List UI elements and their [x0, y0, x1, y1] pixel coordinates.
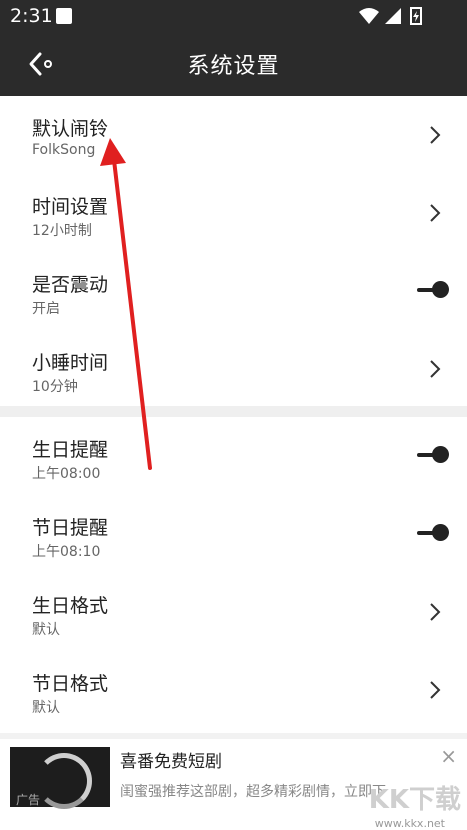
chevron-right-icon: [430, 681, 441, 699]
setting-birthday-reminder: 生日提醒 上午08:00: [0, 417, 467, 495]
holiday-reminder-toggle[interactable]: [417, 522, 449, 544]
vibrate-toggle[interactable]: [417, 279, 449, 301]
setting-value: 上午08:10: [32, 544, 101, 560]
setting-title: 默认闹铃: [32, 118, 109, 140]
setting-title: 小睡时间: [32, 352, 109, 374]
setting-vibrate: 是否震动 开启: [0, 252, 467, 330]
watermark-logo: KK下载: [368, 785, 461, 815]
setting-holiday-format[interactable]: 节日格式 默认: [0, 651, 467, 729]
setting-value: 默认: [32, 622, 60, 638]
status-time: 2:31: [10, 5, 53, 27]
notification-icon: [56, 8, 72, 24]
setting-holiday-reminder: 节日提醒 上午08:10: [0, 495, 467, 573]
status-bar: 2:31: [0, 0, 467, 32]
wifi-icon: [359, 8, 379, 24]
setting-time-format[interactable]: 时间设置 12小时制: [0, 174, 467, 252]
status-icons: [359, 7, 422, 25]
setting-title: 时间设置: [32, 196, 109, 218]
setting-birthday-format[interactable]: 生日格式 默认: [0, 573, 467, 651]
birthday-reminder-toggle[interactable]: [417, 444, 449, 466]
setting-value: 12小时制: [32, 223, 92, 239]
app-header: 系统设置: [0, 32, 467, 96]
page-title: 系统设置: [187, 54, 280, 79]
setting-title: 生日格式: [32, 595, 109, 617]
watermark-url: www.kkx.net: [374, 817, 445, 830]
chevron-right-icon: [430, 603, 441, 621]
close-icon[interactable]: ×: [440, 744, 457, 768]
setting-default-alarm[interactable]: 默认闹铃 FolkSong: [0, 96, 467, 174]
setting-snooze-time[interactable]: 小睡时间 10分钟: [0, 330, 467, 408]
setting-title: 生日提醒: [32, 439, 109, 461]
setting-value: 10分钟: [32, 379, 78, 395]
loading-ring-icon: [36, 753, 92, 809]
ad-thumbnail: 广告: [10, 747, 110, 809]
chevron-right-icon: [430, 204, 441, 222]
ad-banner[interactable]: 广告 喜番免费短剧 闺蜜强推荐这部剧，超多精彩剧情，立即下 × KK下载 www…: [0, 733, 467, 830]
chevron-right-icon: [430, 126, 441, 144]
setting-value: 开启: [32, 301, 60, 317]
setting-title: 是否震动: [32, 274, 109, 296]
setting-value: 上午08:00: [32, 466, 101, 482]
setting-value: 默认: [32, 700, 60, 716]
setting-value: FolkSong: [32, 142, 96, 158]
chevron-right-icon: [430, 360, 441, 378]
signal-icon: [385, 8, 401, 24]
section-divider: [0, 406, 467, 417]
ad-label: 广告: [16, 793, 41, 807]
setting-title: 节日格式: [32, 673, 109, 695]
ad-title: 喜番免费短剧: [120, 752, 222, 772]
setting-title: 节日提醒: [32, 517, 109, 539]
